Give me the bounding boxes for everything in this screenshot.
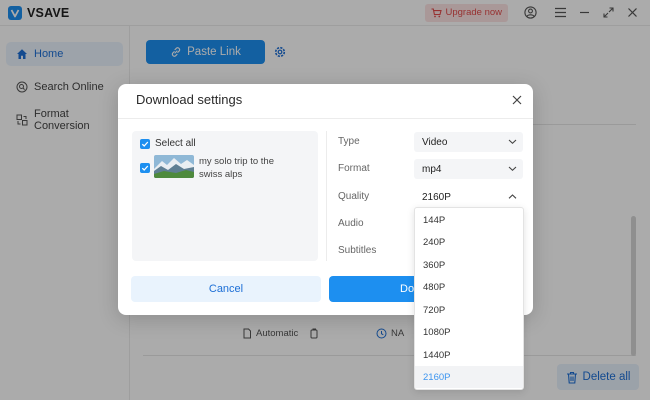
divider [326, 131, 327, 261]
quality-select[interactable]: 2160P [414, 187, 523, 207]
quality-label: Quality [338, 191, 370, 202]
format-select[interactable]: mp4 [414, 159, 523, 179]
quality-value: 2160P [422, 191, 451, 203]
file-checkbox[interactable] [140, 163, 150, 173]
dialog-title: Download settings [136, 92, 243, 107]
quality-option-144p[interactable]: 144P [415, 209, 523, 231]
type-select[interactable]: Video [414, 132, 523, 152]
quality-option-2160p[interactable]: 2160P [415, 366, 523, 388]
divider [118, 118, 533, 119]
close-icon [512, 95, 522, 105]
type-label: Type [338, 136, 360, 147]
quality-option-240p[interactable]: 240P [415, 231, 523, 253]
select-all-label: Select all [155, 138, 196, 149]
video-thumbnail [154, 155, 194, 178]
checkmark-icon [141, 141, 149, 147]
chevron-up-icon [508, 194, 517, 199]
file-list-panel: Select all my solo trip to the swiss alp… [132, 131, 318, 261]
checkmark-icon [141, 165, 149, 171]
subtitles-label: Subtitles [338, 245, 377, 256]
format-label: Format [338, 163, 370, 174]
quality-option-1440p[interactable]: 1440P [415, 344, 523, 366]
audio-label: Audio [338, 218, 364, 229]
select-all-checkbox[interactable] [140, 138, 150, 149]
format-value: mp4 [422, 163, 442, 175]
file-row[interactable]: my solo trip to the swiss alps [140, 155, 299, 181]
quality-dropdown: 144P 240P 360P 480P 720P 1080P 1440P 216… [414, 207, 524, 390]
file-title: my solo trip to the swiss alps [199, 156, 274, 180]
chevron-down-icon [508, 139, 517, 145]
select-all-row[interactable]: Select all [140, 138, 196, 149]
cancel-button[interactable]: Cancel [131, 276, 321, 302]
quality-option-480p[interactable]: 480P [415, 276, 523, 298]
type-value: Video [422, 136, 448, 148]
quality-option-360p[interactable]: 360P [415, 254, 523, 276]
quality-option-1080p[interactable]: 1080P [415, 321, 523, 343]
quality-option-720p[interactable]: 720P [415, 299, 523, 321]
dialog-close-button[interactable] [509, 92, 525, 108]
chevron-down-icon [508, 166, 517, 172]
